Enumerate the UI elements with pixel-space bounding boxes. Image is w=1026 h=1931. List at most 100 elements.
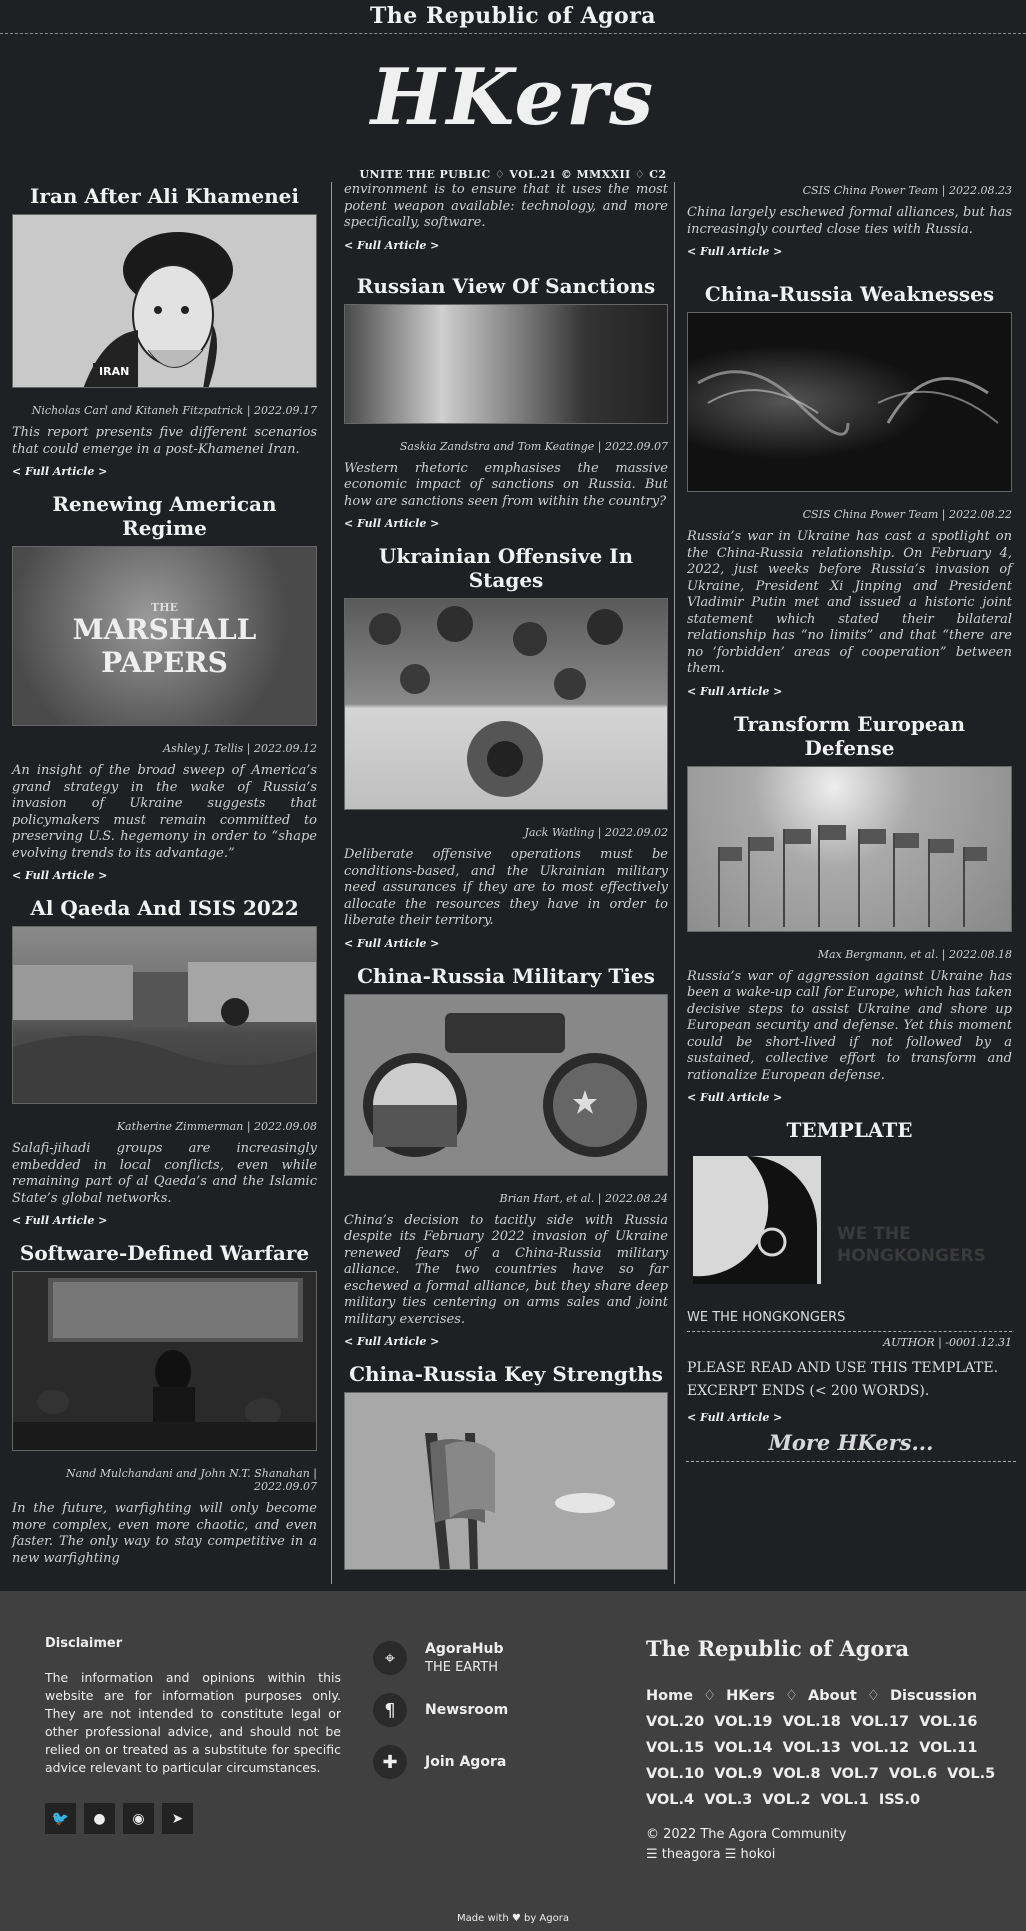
vol-link[interactable]: VOL.9 (714, 1766, 762, 1782)
full-article-link[interactable]: < Full Article > (344, 1335, 668, 1348)
article-image[interactable] (687, 765, 1012, 932)
vol-link[interactable]: VOL.5 (947, 1766, 995, 1782)
full-article-link[interactable]: < Full Article > (12, 869, 317, 882)
article-card: Software-Defined Warfare Nand Mulchandan… (12, 1241, 317, 1567)
image-caption: IRAN (99, 365, 130, 378)
contact-agorahub[interactable]: ⌖ AgoraHub THE EARTH (373, 1641, 508, 1675)
nav-separator: ♢ (784, 1688, 798, 1704)
vol-link[interactable]: VOL.8 (773, 1766, 821, 1782)
vol-link[interactable]: VOL.2 (762, 1792, 810, 1808)
vol-link[interactable]: VOL.12 (851, 1740, 909, 1756)
handles[interactable]: ☰ theagora ☰ hokoi (646, 1845, 1006, 1865)
vol-link[interactable]: VOL.14 (714, 1740, 772, 1756)
vol-link[interactable]: VOL.4 (646, 1792, 694, 1808)
article-title[interactable]: Al Qaeda And ISIS 2022 (12, 896, 317, 920)
article-excerpt: China’s decision to tacitly side with Ru… (344, 1212, 668, 1327)
site-brand[interactable]: The Republic of Agora (370, 3, 656, 29)
article-title[interactable]: China-Russia Key Strengths (344, 1362, 668, 1386)
footer-brand[interactable]: The Republic of Agora (646, 1636, 1006, 1661)
vol-link[interactable]: VOL.13 (783, 1740, 841, 1756)
vol-link[interactable]: VOL.7 (831, 1766, 879, 1782)
article-title[interactable]: Transform European Defense (687, 712, 1012, 760)
vol-link[interactable]: VOL.17 (851, 1714, 909, 1730)
article-card: Ukrainian Offensive In Stages Jack Watli… (344, 544, 668, 950)
article-title[interactable]: Renewing American Regime (12, 492, 317, 540)
nav-discussion[interactable]: Discussion (890, 1688, 977, 1704)
article-image[interactable] (12, 926, 317, 1104)
article-image[interactable] (12, 1271, 317, 1451)
template-name: WE THE HONGKONGERS (687, 1310, 1012, 1332)
more-hkers-section: More HKers... (686, 1412, 1016, 1462)
vol-link[interactable]: VOL.16 (919, 1714, 977, 1730)
vol-link[interactable]: VOL.11 (919, 1740, 977, 1756)
contact-join-agora[interactable]: ✚ Join Agora (373, 1745, 508, 1779)
nav-home[interactable]: Home (646, 1688, 693, 1704)
template-title[interactable]: TEMPLATE (687, 1118, 1012, 1142)
article-image[interactable] (344, 993, 668, 1176)
vol-link[interactable]: VOL.20 (646, 1714, 704, 1730)
github-icon[interactable]: ● (84, 1803, 115, 1834)
article-card: China-Russia Military Ties Brian Hart, e… (344, 964, 668, 1348)
article-author: Brian Hart, et al. | 2022.08.24 (499, 1191, 668, 1205)
article-author: Jack Watling | 2022.09.02 (524, 826, 668, 839)
article-author: Nicholas Carl and Kitaneh Fitzpatrick | … (31, 404, 317, 417)
full-article-link[interactable]: < Full Article > (12, 1214, 317, 1227)
volume-links: VOL.4 VOL.3 VOL.2 VOL.1 ISS.0 (646, 1787, 1006, 1813)
nav-hkers[interactable]: HKers (726, 1688, 775, 1704)
article-card: China-Russia Key Strengths (344, 1362, 668, 1570)
article-author: Max Bergmann, et al. | 2022.08.18 (817, 947, 1012, 961)
full-article-link[interactable]: < Full Article > (687, 1091, 1012, 1104)
contact-newsroom[interactable]: ¶ Newsroom (373, 1693, 508, 1727)
article-excerpt: Deliberate offensive operations must be … (344, 847, 668, 928)
article-title[interactable]: China-Russia Military Ties (344, 964, 668, 988)
article-title[interactable]: Software-Defined Warfare (12, 1241, 317, 1265)
vol-link[interactable]: VOL.1 (821, 1792, 869, 1808)
article-image[interactable]: THE MARSHALL PAPERS (12, 546, 317, 726)
article-excerpt: In the future, warfighting will only bec… (12, 1501, 317, 1566)
vol-link[interactable]: VOL.18 (783, 1714, 841, 1730)
article-image[interactable] (344, 303, 668, 424)
footer-contacts: ⌖ AgoraHub THE EARTH ¶ Newsroom ✚ Join A… (373, 1641, 508, 1797)
article-excerpt: environment is to ensure that it uses th… (344, 182, 668, 230)
article-title[interactable]: Iran After Ali Khamenei (12, 184, 317, 208)
paragraph-icon: ¶ (373, 1693, 407, 1727)
full-article-link[interactable]: < Full Article > (344, 239, 668, 252)
article-image[interactable] (344, 598, 668, 810)
contact-title: AgoraHub (425, 1641, 504, 1657)
article-title[interactable]: Ukrainian Offensive In Stages (344, 544, 668, 592)
twitter-icon[interactable]: 🐦 (45, 1803, 76, 1834)
full-article-link[interactable]: < Full Article > (344, 517, 668, 530)
hkers-logo[interactable]: HKers (0, 48, 1026, 148)
article-image[interactable] (344, 1392, 668, 1570)
template-image-text: WE THE (837, 1224, 911, 1244)
vol-link[interactable]: ISS.0 (879, 1792, 920, 1808)
article-author: Nand Mulchandani and John N.T. Shanahan … (65, 1467, 317, 1493)
volume-links: VOL.10 VOL.9 VOL.8 VOL.7 VOL.6 VOL.5 (646, 1761, 1006, 1787)
masthead: HKers UNITE THE PUBLIC ♢ VOL.21 © MMXXII… (0, 34, 1026, 181)
vol-link[interactable]: VOL.3 (704, 1792, 752, 1808)
full-article-link[interactable]: < Full Article > (687, 245, 1012, 258)
full-article-link[interactable]: < Full Article > (12, 465, 317, 478)
article-title[interactable]: China-Russia Weaknesses (687, 282, 1012, 306)
full-article-link[interactable]: < Full Article > (687, 685, 1012, 698)
vol-link[interactable]: VOL.10 (646, 1766, 704, 1782)
nav-about[interactable]: About (808, 1688, 857, 1704)
vol-link[interactable]: VOL.15 (646, 1740, 704, 1756)
more-hkers-link[interactable]: More HKers... (686, 1430, 1016, 1462)
article-card: Iran After Ali Khamenei IRAN Nicholas Ca… (12, 184, 317, 478)
vol-link[interactable]: VOL.6 (889, 1766, 937, 1782)
vol-link[interactable]: VOL.19 (714, 1714, 772, 1730)
telegram-icon[interactable]: ➤ (162, 1803, 193, 1834)
full-article-link[interactable]: < Full Article > (344, 937, 668, 950)
article-image[interactable] (687, 312, 1012, 492)
article-card: Russian View Of Sanctions Saskia Zandstr… (344, 274, 668, 530)
contact-subtitle: THE EARTH (425, 1660, 498, 1675)
nav-separator: ♢ (703, 1688, 717, 1704)
article-card-continued: CSIS China Power Team | 2022.08.23 China… (687, 184, 1012, 258)
template-image[interactable]: WE THE HONGKONGERS (687, 1150, 1012, 1290)
article-excerpt: Western rhetoric emphasises the massive … (344, 460, 668, 509)
article-image[interactable]: IRAN (12, 214, 317, 388)
reddit-icon[interactable]: ◉ (123, 1803, 154, 1834)
article-excerpt: China largely eschewed formal alliances,… (687, 205, 1012, 237)
article-title[interactable]: Russian View Of Sanctions (344, 274, 668, 298)
